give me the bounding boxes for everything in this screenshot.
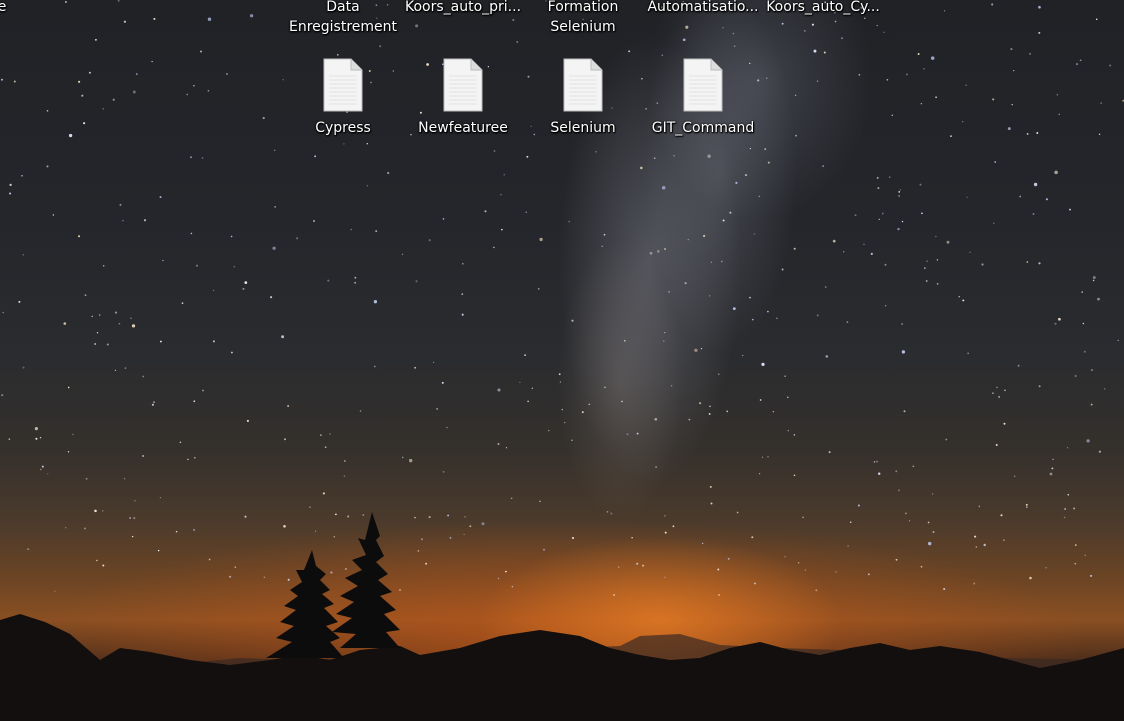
desktop-icon-selenium[interactable]: Selenium xyxy=(528,54,638,138)
icon-label-line: Enregistrement xyxy=(288,19,397,35)
document-file-icon xyxy=(443,58,483,112)
icon-label: Newfeaturee xyxy=(418,120,508,136)
tree-silhouette xyxy=(266,512,400,658)
icon-label-line: Formation xyxy=(547,0,619,15)
desktop-icon-newfeaturee[interactable]: Newfeaturee xyxy=(408,54,518,138)
desktop-icon-koors-auto-pri[interactable]: Koors_auto_pri... xyxy=(403,0,523,17)
icon-label-line: Selenium xyxy=(550,19,616,35)
desktop-icon-koors-auto-cy[interactable]: Koors_auto_Cy... xyxy=(763,0,883,17)
document-file-icon xyxy=(323,58,363,112)
desktop-icon-cypress[interactable]: Cypress xyxy=(288,54,398,138)
document-file-icon xyxy=(563,58,603,112)
icon-label-line: e xyxy=(0,0,7,15)
document-file-icon xyxy=(683,58,723,112)
desktop-icon-automatisation[interactable]: Automatisatio... xyxy=(643,0,763,17)
icon-label: Cypress xyxy=(315,120,371,136)
icon-label-line: Automatisatio... xyxy=(647,0,759,15)
desktop-icon-data-enregistrement[interactable]: Data Enregistrement xyxy=(283,0,403,37)
desktop-icon-formation-selenium[interactable]: Formation Selenium xyxy=(523,0,643,37)
desktop-icon-label-partial[interactable]: e xyxy=(0,0,62,17)
icon-label: Selenium xyxy=(550,120,616,136)
icon-label: GIT_Command xyxy=(651,120,755,136)
desktop-icon-git-command[interactable]: GIT_Command xyxy=(648,54,758,138)
icon-label-line: Data xyxy=(326,0,360,15)
desktop[interactable]: e Data Enregistrement Koors_auto_pri... … xyxy=(0,0,1124,721)
icon-label-line: Koors_auto_Cy... xyxy=(766,0,880,15)
icon-label-line: Koors_auto_pri... xyxy=(404,0,522,15)
